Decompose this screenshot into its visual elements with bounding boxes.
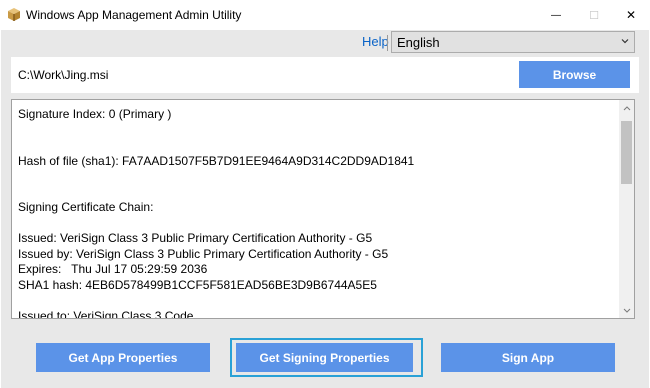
client-area: Help English C:\Work\Jing.msi Browse Sig…	[1, 30, 649, 388]
file-path-field[interactable]: C:\Work\Jing.msi	[18, 68, 108, 82]
window-title: Windows App Management Admin Utility	[26, 8, 242, 22]
output-line: Expires: Thu Jul 17 05:29:59 2036	[18, 262, 208, 276]
chevron-down-icon	[621, 39, 629, 44]
output-line: Issued to: VeriSign Class 3 Code	[18, 308, 194, 319]
scroll-up-button[interactable]	[619, 100, 634, 115]
minimize-icon: —	[551, 9, 561, 21]
scrollbar-thumb[interactable]	[621, 121, 632, 184]
sign-app-button[interactable]: Sign App	[441, 343, 615, 372]
title-bar[interactable]: Windows App Management Admin Utility — ☐…	[0, 0, 650, 30]
signature-output-textbox[interactable]: Signature Index: 0 (Primary ) Hash of fi…	[11, 99, 635, 319]
scroll-down-button[interactable]	[619, 303, 634, 318]
language-select[interactable]: English	[391, 31, 635, 53]
browse-button[interactable]: Browse	[519, 61, 630, 88]
output-line: Signing Certificate Chain:	[18, 200, 154, 214]
close-button[interactable]: ✕	[612, 0, 650, 30]
output-line: Hash of file (sha1): FA7AAD1507F5B7D91EE…	[18, 153, 415, 168]
package-icon	[8, 8, 20, 21]
output-line: SHA1 hash: 4EB6D578499B1CCF5F581EAD56BE3…	[18, 277, 377, 292]
get-app-properties-button[interactable]: Get App Properties	[36, 343, 210, 372]
language-select-value: English	[397, 35, 440, 50]
minimize-button[interactable]: —	[537, 0, 575, 30]
file-path-panel: C:\Work\Jing.msi Browse	[11, 57, 639, 93]
output-line: Issued: VeriSign Class 3 Public Primary …	[18, 231, 373, 245]
divider	[387, 35, 388, 51]
chevron-up-icon	[623, 105, 630, 110]
chevron-down-icon	[623, 308, 630, 313]
signature-output-text: Signature Index: 0 (Primary ) Hash of fi…	[18, 107, 618, 319]
get-signing-properties-button[interactable]: Get Signing Properties	[236, 343, 413, 372]
vertical-scrollbar[interactable]	[619, 100, 634, 318]
help-link[interactable]: Help	[362, 34, 389, 49]
output-line: Signature Index: 0 (Primary )	[18, 107, 172, 121]
close-icon: ✕	[625, 8, 637, 22]
output-line: Issued by: VeriSign Class 3 Public Prima…	[18, 246, 389, 261]
maximize-button[interactable]: ☐	[575, 0, 613, 30]
app-window: Windows App Management Admin Utility — ☐…	[0, 0, 650, 388]
maximize-icon: ☐	[589, 9, 599, 22]
